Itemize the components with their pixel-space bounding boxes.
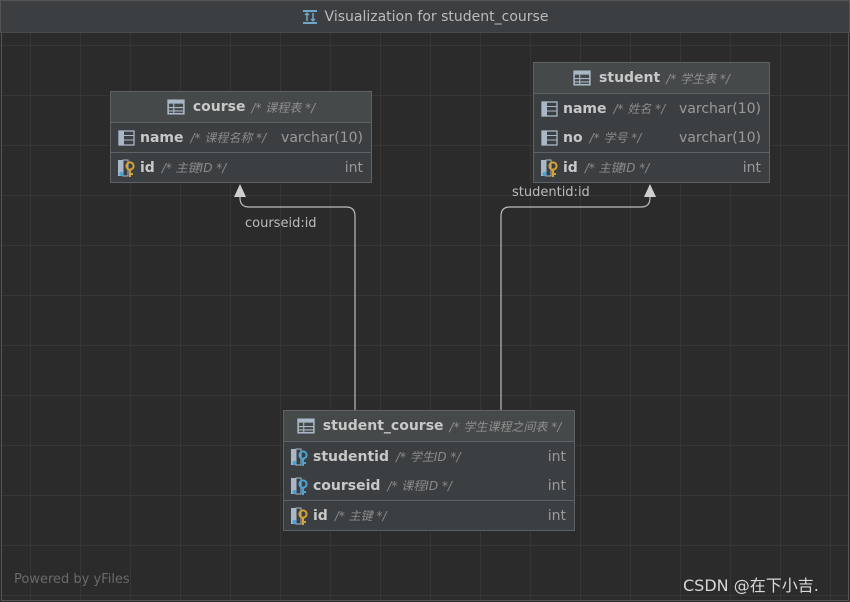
primary-key-icon [117, 158, 137, 178]
column-comment: /* 主键ID */ [161, 161, 227, 175]
foreign-key-icon [290, 447, 310, 467]
column-name: id [140, 159, 155, 176]
column-name: id [563, 159, 578, 176]
primary-key-row[interactable]: id /* 主键ID */ int [111, 153, 371, 182]
column-type: varchar(10) [281, 129, 363, 146]
column-icon [117, 128, 137, 148]
table-header: student /* 学生表 */ [534, 63, 769, 94]
edge-label-studentid: studentid:id [512, 185, 590, 200]
table-name: student [599, 70, 661, 86]
column-type: varchar(10) [679, 100, 761, 117]
column-comment: /* 主键 */ [334, 509, 387, 523]
column-type: int [344, 159, 363, 176]
column-row[interactable]: name /* 姓名 */ varchar(10) [534, 94, 769, 123]
column-type: int [742, 159, 761, 176]
column-comment: /* 学生ID */ [396, 450, 461, 464]
window-title: Visualization for student_course [324, 8, 549, 25]
table-comment: /* 课程表 */ [251, 100, 316, 115]
watermark: CSDN @在下小吉. [683, 576, 819, 595]
table-course[interactable]: course /* 课程表 */ name /* 课程名称 */ varchar… [110, 91, 372, 183]
column-comment: /* 主键ID */ [584, 161, 650, 175]
table-student[interactable]: student /* 学生表 */ name /* 姓名 */ varchar(… [533, 62, 770, 183]
table-icon [573, 69, 591, 87]
column-name: courseid [313, 477, 381, 494]
table-comment: /* 学生表 */ [666, 71, 730, 86]
primary-key-icon [540, 158, 560, 178]
primary-key-row[interactable]: id /* 主键ID */ int [534, 153, 769, 182]
column-comment: /* 课程ID */ [387, 479, 452, 493]
diagram-icon [302, 9, 317, 24]
column-icon [540, 128, 560, 148]
column-type: varchar(10) [679, 129, 761, 146]
column-comment: /* 学号 */ [589, 131, 642, 145]
column-name: name [563, 100, 607, 117]
column-name: id [313, 507, 328, 524]
table-name: course [192, 99, 246, 115]
column-icon [540, 99, 560, 119]
foreign-key-icon [290, 476, 310, 496]
column-type: int [547, 507, 566, 524]
primary-key-row[interactable]: id /* 主键 */ int [284, 501, 574, 530]
table-header: student_course /* 学生课程之间表 */ [284, 411, 574, 442]
powered-by-label: Powered by yFiles [14, 572, 130, 587]
edge-label-courseid: courseid:id [245, 216, 317, 231]
column-type: int [547, 448, 566, 465]
column-type: int [547, 477, 566, 494]
table-comment: /* 学生课程之间表 */ [449, 419, 562, 434]
table-header: course /* 课程表 */ [111, 92, 371, 123]
column-comment: /* 姓名 */ [613, 102, 666, 116]
foreign-key-row[interactable]: studentid /* 学生ID */ int [284, 442, 574, 471]
column-row[interactable]: name /* 课程名称 */ varchar(10) [111, 123, 371, 152]
table-icon [297, 417, 315, 435]
column-name: studentid [313, 448, 389, 465]
column-name: no [563, 129, 583, 146]
window-titlebar: Visualization for student_course [0, 0, 850, 33]
table-name: student_course [322, 418, 444, 434]
table-icon [167, 98, 185, 116]
column-row[interactable]: no /* 学号 */ varchar(10) [534, 123, 769, 152]
table-student-course[interactable]: student_course /* 学生课程之间表 */ studentid /… [283, 410, 575, 531]
column-name: name [140, 129, 184, 146]
foreign-key-row[interactable]: courseid /* 课程ID */ int [284, 471, 574, 500]
column-comment: /* 课程名称 */ [190, 131, 267, 145]
primary-key-icon [290, 506, 310, 526]
